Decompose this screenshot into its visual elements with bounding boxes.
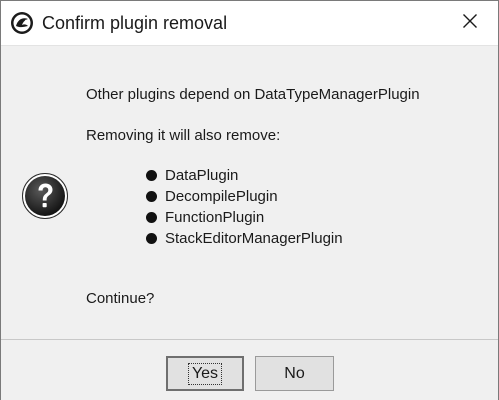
plugin-name: DataPlugin xyxy=(165,167,239,184)
question-icon xyxy=(21,172,69,220)
dependent-plugin-list: DataPlugin DecompilePlugin FunctionPlugi… xyxy=(146,165,343,249)
list-item: DecompilePlugin xyxy=(146,186,343,207)
dragon-icon xyxy=(10,11,34,35)
list-item: DataPlugin xyxy=(146,165,343,186)
plugin-name: StackEditorManagerPlugin xyxy=(165,230,343,247)
plugin-name: DecompilePlugin xyxy=(165,188,278,205)
continue-prompt: Continue? xyxy=(86,290,155,307)
list-item: FunctionPlugin xyxy=(146,207,343,228)
bullet-icon xyxy=(146,191,157,202)
yes-button[interactable]: Yes xyxy=(166,356,244,391)
removal-notice: Removing it will also remove: xyxy=(86,127,281,144)
dependency-message: Other plugins depend on DataTypeManagerP… xyxy=(86,86,420,103)
close-icon xyxy=(462,13,478,34)
title-bar: Confirm plugin removal xyxy=(1,1,498,45)
close-button[interactable] xyxy=(442,1,498,45)
plugin-name: FunctionPlugin xyxy=(165,209,265,226)
yes-button-label: Yes xyxy=(187,362,223,385)
dialog-content: Other plugins depend on DataTypeManagerP… xyxy=(1,45,498,339)
bullet-icon xyxy=(146,212,157,223)
list-item: StackEditorManagerPlugin xyxy=(146,228,343,249)
button-bar: Yes No xyxy=(1,339,498,400)
bullet-icon xyxy=(146,170,157,181)
bullet-icon xyxy=(146,233,157,244)
confirm-dialog: Confirm plugin removal Other plugins dep… xyxy=(0,0,499,400)
no-button-label: No xyxy=(284,364,305,382)
window-title: Confirm plugin removal xyxy=(42,13,228,33)
no-button[interactable]: No xyxy=(255,356,334,391)
